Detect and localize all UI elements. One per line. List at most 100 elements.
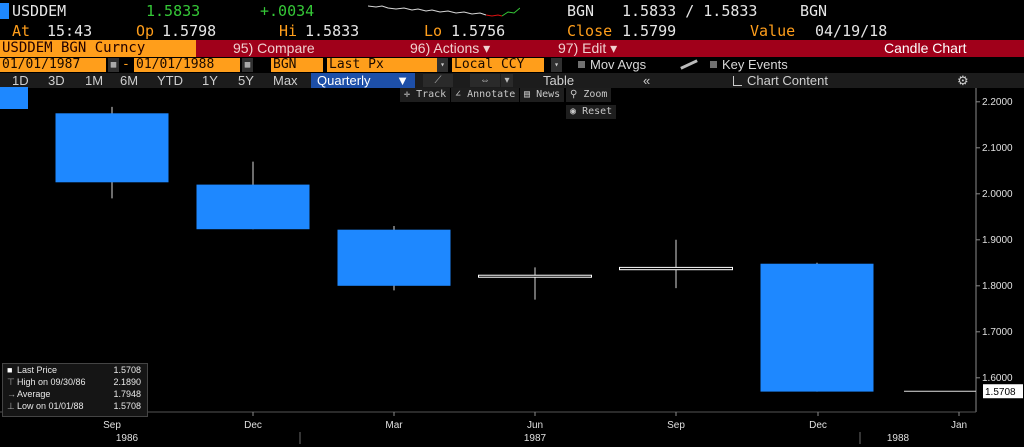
actions-menu[interactable]: 96) Actions ▾ [410, 40, 490, 57]
tab-ytd[interactable]: YTD [157, 73, 183, 88]
last-price-tag-label: 1.5708 [985, 387, 1016, 398]
start-date-field[interactable]: 01/01/1987 [0, 58, 106, 72]
candle-chart[interactable]: 1.6000 1.7000 1.8000 1.9000 2.0000 2.1000 2.20… [0, 88, 1024, 447]
tab-1y[interactable]: 1Y [202, 73, 218, 88]
end-calendar-icon[interactable]: ▦ [242, 58, 253, 72]
y-tick-label: 1.8000 [982, 281, 1013, 292]
news-label: News [536, 89, 561, 100]
zoom-button[interactable]: ⚲ Zoom [566, 88, 612, 102]
candle-body [619, 266, 733, 271]
legend-last-label: Last Price [17, 365, 58, 375]
news-icon: ▤ [524, 89, 531, 100]
low-label: Lo [424, 22, 443, 40]
quote-detail-row: At 15:43 Op 1.5798 Hi 1.5833 Lo 1.5756 C… [0, 21, 1024, 40]
price-source-2: BGN [800, 2, 828, 20]
x-year-label: 1986 [116, 433, 139, 444]
bid-ask: 1.5833 / 1.5833 [622, 2, 758, 20]
x-tick-label: Jun [527, 420, 543, 431]
candle-body [337, 229, 451, 286]
track-button[interactable]: ✛ Track [400, 88, 451, 102]
x-tick-label: Dec [809, 420, 827, 431]
security-field[interactable]: USDDEM BGN Curncy [0, 40, 196, 57]
legend-high: ⊤ High on 09/30/86 2.1890 [7, 377, 147, 388]
legend-average-value: 1.7948 [113, 389, 141, 399]
tab-6m[interactable]: 6M [120, 73, 138, 88]
price-field-select[interactable]: Last Px [327, 58, 445, 72]
tab-1d[interactable]: 1D [12, 73, 29, 88]
chart-type-label[interactable]: Candle Chart [884, 40, 967, 57]
low-value: 1.5756 [451, 22, 506, 40]
mov-avgs-checkbox[interactable] [578, 61, 585, 68]
x-tick-label: Dec [244, 420, 262, 431]
annotate-button[interactable]: ∠ Annotate [451, 88, 520, 102]
tab-1m[interactable]: 1M [85, 73, 103, 88]
news-button[interactable]: ▤ News [520, 88, 565, 102]
currency-dropdown-icon[interactable]: ▾ [551, 58, 562, 72]
frequency-select[interactable]: Quarterly ▼ [311, 73, 415, 88]
ticker-symbol: USDDEM [12, 2, 67, 20]
key-events-checkbox[interactable] [710, 61, 717, 68]
style-dropdown-icon[interactable]: ▾ [501, 74, 513, 87]
start-calendar-icon[interactable]: ▦ [108, 58, 119, 72]
actions-dropdown-icon: ▾ [483, 40, 491, 56]
close-value: 1.5799 [622, 22, 677, 40]
legend-last-price: ■ Last Price 1.5708 [7, 365, 147, 376]
period-tab-row: 1D 3D 1M 6M YTD 1Y 5Y Max Quarterly ▼ ⟋ … [0, 73, 1024, 88]
open-value: 1.5798 [162, 22, 217, 40]
chart-content-icon [733, 76, 742, 86]
settings-gear-icon[interactable]: ⚙ [957, 73, 969, 88]
value-label: Value [750, 22, 796, 40]
track-label: Track [416, 89, 447, 100]
edit-menu-label: 97) Edit [558, 40, 607, 56]
actions-menu-label: 96) Actions [410, 40, 480, 56]
end-date-field[interactable]: 01/01/1988 [134, 58, 240, 72]
price-source: BGN [567, 2, 595, 20]
currency-select[interactable]: Local CCY [452, 58, 544, 72]
ticker-color-marker [0, 3, 9, 19]
legend-last-value: 1.5708 [113, 365, 141, 375]
x-tick-label: Sep [667, 420, 685, 431]
legend-average: →Average 1.7948 [7, 389, 147, 400]
legend-low-label: Low on 01/01/88 [17, 401, 84, 411]
high-label: Hi [279, 22, 298, 40]
tab-3d[interactable]: 3D [48, 73, 65, 88]
frequency-dropdown-icon: ▼ [396, 73, 409, 88]
reset-button[interactable]: ◉ Reset [566, 105, 617, 119]
chart-legend: ■ Last Price 1.5708 ⊤ High on 09/30/86 2.189… [2, 363, 148, 417]
source-field[interactable]: BGN [271, 58, 323, 72]
x-year-label: 1987 [524, 433, 547, 444]
price-field-dropdown-icon[interactable]: ▾ [437, 58, 448, 72]
line-chart-icon[interactable]: ⟋ [423, 74, 453, 87]
quote-header-row: USDDEM 1.5833 +.0034 BGN 1.5833 / 1.5833… [0, 0, 1024, 22]
tab-max[interactable]: Max [273, 73, 298, 88]
legend-low-value: 1.5708 [113, 401, 141, 411]
function-menu-bar: USDDEM BGN Curncy 95) Compare 96) Action… [0, 40, 1024, 57]
intraday-sparkline [368, 5, 520, 17]
candle-style-icon[interactable]: ⇔ [470, 74, 500, 87]
chart-content-button[interactable]: Chart Content [733, 73, 828, 88]
collapse-panel-icon[interactable]: « [643, 73, 650, 88]
compare-menu[interactable]: 95) Compare [233, 40, 315, 57]
mov-avgs-label: Mov Avgs [590, 57, 647, 72]
price-change: +.0034 [260, 2, 315, 20]
x-tick-label: Sep [103, 420, 121, 431]
y-tick-label: 1.6000 [982, 373, 1013, 384]
zoom-label: Zoom [583, 89, 608, 100]
at-label: At [12, 22, 31, 40]
tab-5y[interactable]: 5Y [238, 73, 254, 88]
candle-body [196, 184, 310, 230]
y-tick-label: 2.0000 [982, 189, 1013, 200]
edit-menu[interactable]: 97) Edit ▾ [558, 40, 617, 57]
reset-label: Reset [582, 106, 613, 117]
key-events-label: Key Events [722, 57, 788, 72]
y-tick-label: 2.2000 [982, 97, 1013, 108]
table-button[interactable]: Table [543, 73, 574, 88]
pen-icon[interactable] [680, 59, 698, 70]
annotate-icon: ∠ [455, 89, 462, 100]
x-year-label: 1988 [887, 433, 910, 444]
candle-body [760, 263, 874, 392]
chart-canvas[interactable]: 1.6000 1.7000 1.8000 1.9000 2.0000 2.1000 2.20… [0, 88, 1024, 447]
legend-average-label: Average [17, 389, 51, 399]
edit-dropdown-icon: ▾ [610, 40, 618, 56]
y-tick-label: 1.9000 [982, 235, 1013, 246]
